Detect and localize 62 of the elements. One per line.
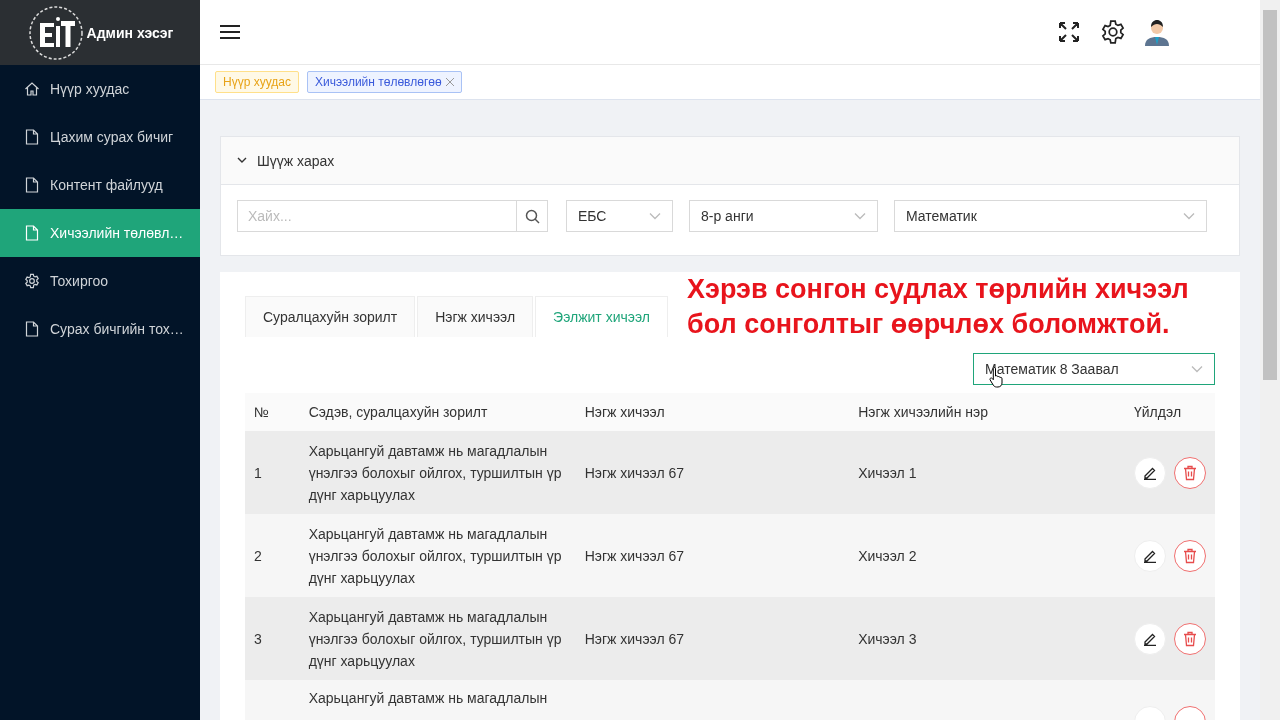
delete-button[interactable] <box>1173 456 1206 489</box>
file-icon <box>25 225 39 241</box>
dropdown-field[interactable]: 8-р анги <box>689 200 878 232</box>
column-header: Нэгж хичээл <box>575 393 850 431</box>
table-cell: 2 <box>254 547 262 564</box>
file-icon <box>25 321 39 337</box>
sidebar-item[interactable]: Сурах бичгийн тох… <box>0 305 200 353</box>
dropdown-field[interactable]: Математик <box>894 200 1207 232</box>
logo-icon <box>26 3 85 62</box>
sidebar-item[interactable]: Нүүр хуудас <box>0 65 200 113</box>
tab[interactable]: Нэгж хичээл <box>417 296 534 337</box>
menu-icon[interactable] <box>220 24 240 40</box>
pencil-icon <box>1142 465 1157 480</box>
table-cell: Харьцангуй давтамж нь магадлалын үнэлгээ болохыг ойлгох, туршилтын үр дүнг харьцуулах <box>308 608 562 669</box>
column-header: № <box>245 393 300 431</box>
search-field[interactable]: Хайх... <box>237 200 517 232</box>
trash-icon <box>1182 464 1197 481</box>
chevron-down-icon <box>1191 365 1203 373</box>
sidebar-item[interactable]: Тохиргоо <box>0 257 200 305</box>
page-tag[interactable]: Хичээлийн төлөвлөгөө <box>306 71 462 93</box>
column-header: Сэдэв, суралцахуйн зорилт <box>299 393 576 431</box>
column-header: Нэгж хичээлийн нэр <box>849 393 1125 431</box>
brand-title: Админ хэсэг <box>86 24 174 41</box>
column-header: Үйлдэл <box>1124 393 1215 431</box>
table-cell: 3 <box>254 630 262 647</box>
delete-button[interactable] <box>1173 622 1206 655</box>
avatar-icon[interactable] <box>1144 18 1170 46</box>
table-cell: Хичээл 3 <box>858 630 917 647</box>
chevron-down-icon <box>854 212 866 220</box>
settings-icon[interactable] <box>1100 19 1126 45</box>
close-icon[interactable] <box>445 78 454 86</box>
table-cell: Харьцангуй давтамж нь магадлалын <box>308 690 548 706</box>
chevron-icon <box>237 157 247 164</box>
sidebar-item[interactable]: Контент файлууд <box>0 161 200 209</box>
trash-icon <box>1182 630 1197 647</box>
pencil-icon <box>1142 631 1157 646</box>
file-icon <box>25 129 39 145</box>
table-cell: Нэгж хичээл 67 <box>584 464 685 481</box>
home-icon <box>24 81 40 97</box>
dropdown-field[interactable]: ЕБС <box>566 200 673 232</box>
table-cell: Хичээл 2 <box>858 547 917 564</box>
trash-icon <box>1182 547 1197 564</box>
table-cell: Хичээл 1 <box>858 464 917 481</box>
plan-dropdown[interactable]: Математик 8 Заавал <box>973 353 1215 385</box>
file-icon <box>25 177 39 193</box>
chevron-down-icon <box>649 212 661 220</box>
settings-icon <box>24 273 40 289</box>
table-cell: Харьцангуй давтамж нь магадлалын үнэлгээ болохыг ойлгох, туршилтын үр дүнг харьцуулах <box>308 442 562 503</box>
sidebar-item[interactable]: Цахим сурах бичиг <box>0 113 200 161</box>
pencil-icon <box>1142 548 1157 563</box>
table-cell: Харьцангуй давтамж нь магадлалын үнэлгээ болохыг ойлгох, туршилтын үр дүнг харьцуулах <box>308 525 562 586</box>
delete-button[interactable] <box>1173 539 1206 572</box>
scrollbar[interactable] <box>1260 0 1280 720</box>
tab[interactable]: Суралцахуйн зорилт <box>245 296 416 337</box>
filter-header[interactable]: Шүүж харах <box>221 137 1239 185</box>
fullscreen-icon[interactable] <box>1058 21 1080 43</box>
table-cell: 1 <box>254 464 262 481</box>
search-icon[interactable] <box>517 200 548 232</box>
annotation-text: Хэрэв сонгон судлах төрлийн хичээл бол сонголтыг өөрчлөх боломжтой. <box>687 273 1190 341</box>
table-cell: Нэгж хичээл 67 <box>584 630 685 647</box>
table-cell: Нэгж хичээл 67 <box>584 547 685 564</box>
chevron-down-icon <box>1183 212 1195 220</box>
